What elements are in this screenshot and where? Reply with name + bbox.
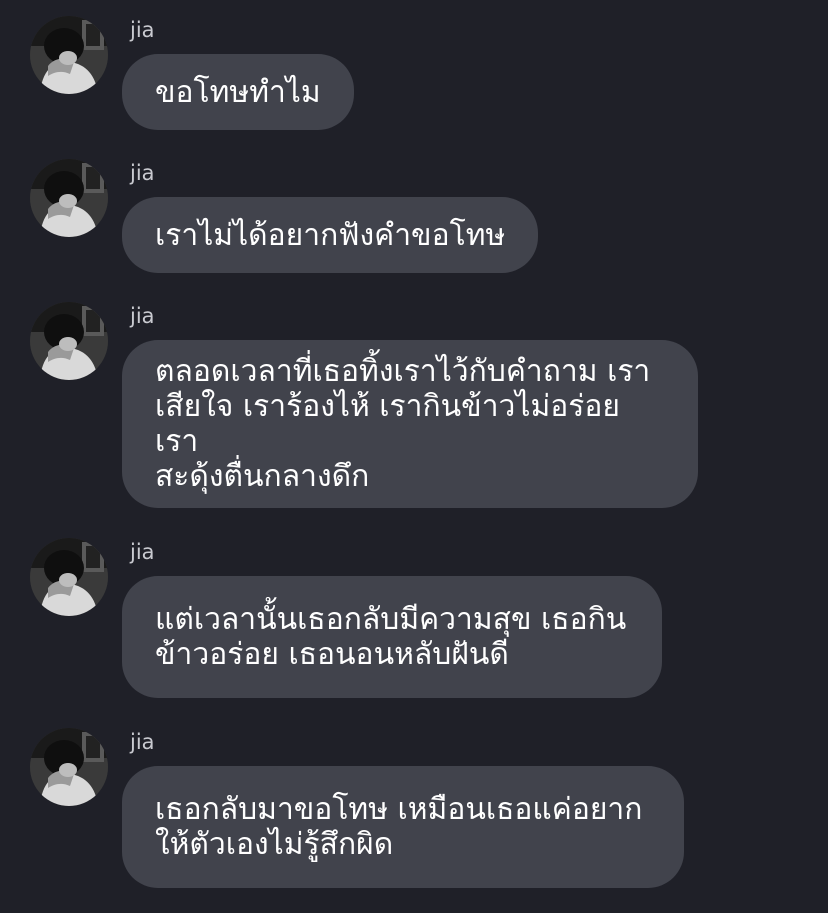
- profile-photo-icon: [30, 302, 108, 380]
- avatar[interactable]: [30, 538, 108, 616]
- message-bubble[interactable]: ตลอดเวลาที่เธอทิ้งเราไว้กับคำถาม เรา เสี…: [122, 340, 698, 508]
- message-bubble[interactable]: ขอโทษทำไม: [122, 54, 354, 130]
- profile-photo-icon: [30, 728, 108, 806]
- profile-photo-icon: [30, 159, 108, 237]
- message-bubble[interactable]: เธอกลับมาขอโทษ เหมือนเธอแค่อยาก ให้ตัวเอ…: [122, 766, 684, 888]
- sender-name: jia: [130, 18, 155, 42]
- chat-thread: jia ขอโทษทำไม jia เราไม่ได้อยากฟังคำขอโท…: [0, 0, 828, 913]
- profile-photo-icon: [30, 16, 108, 94]
- message-bubble[interactable]: เราไม่ได้อยากฟังคำขอโทษ: [122, 197, 539, 273]
- message-bubble[interactable]: แต่เวลานั้นเธอกลับมีความสุข เธอกิน ข้าวอ…: [122, 576, 662, 698]
- avatar[interactable]: [30, 159, 108, 237]
- avatar[interactable]: [30, 16, 108, 94]
- sender-name: jia: [130, 304, 155, 328]
- avatar[interactable]: [30, 728, 108, 806]
- sender-name: jia: [130, 730, 155, 754]
- sender-name: jia: [130, 540, 155, 564]
- sender-name: jia: [130, 161, 155, 185]
- profile-photo-icon: [30, 538, 108, 616]
- avatar[interactable]: [30, 302, 108, 380]
